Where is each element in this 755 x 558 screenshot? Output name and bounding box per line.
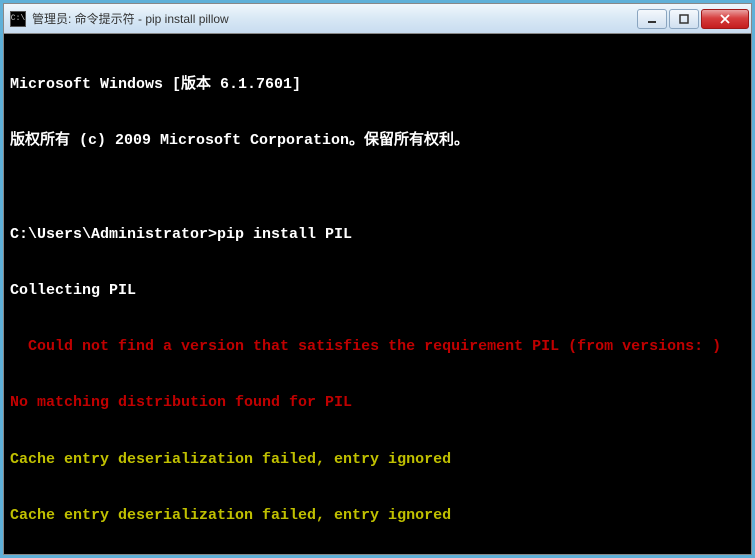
collecting-line: Collecting PIL	[10, 282, 745, 301]
minimize-icon	[647, 14, 657, 24]
window-title: 管理员: 命令提示符 - pip install pillow	[32, 10, 637, 27]
terminal-output[interactable]: Microsoft Windows [版本 6.1.7601] 版权所有 (c)…	[4, 34, 751, 554]
os-version-line: Microsoft Windows [版本 6.1.7601]	[10, 76, 745, 95]
window: C:\ 管理员: 命令提示符 - pip install pillow Micr	[3, 3, 752, 555]
close-icon	[719, 14, 731, 24]
error-line: Could not find a version that satisfies …	[10, 338, 745, 357]
maximize-icon	[679, 14, 689, 24]
titlebar[interactable]: C:\ 管理员: 命令提示符 - pip install pillow	[4, 4, 751, 34]
window-controls	[637, 9, 749, 29]
close-button[interactable]	[701, 9, 749, 29]
minimize-button[interactable]	[637, 9, 667, 29]
cmd-icon: C:\	[10, 11, 26, 27]
copyright-line: 版权所有 (c) 2009 Microsoft Corporation。保留所有…	[10, 132, 745, 151]
error-line: No matching distribution found for PIL	[10, 394, 745, 413]
cmd-icon-glyph: C:\	[11, 15, 25, 23]
cache-warning-line: Cache entry deserialization failed, entr…	[10, 507, 745, 526]
cache-warning-line: Cache entry deserialization failed, entr…	[10, 451, 745, 470]
prompt-line: C:\Users\Administrator>pip install PIL	[10, 226, 745, 245]
maximize-button[interactable]	[669, 9, 699, 29]
